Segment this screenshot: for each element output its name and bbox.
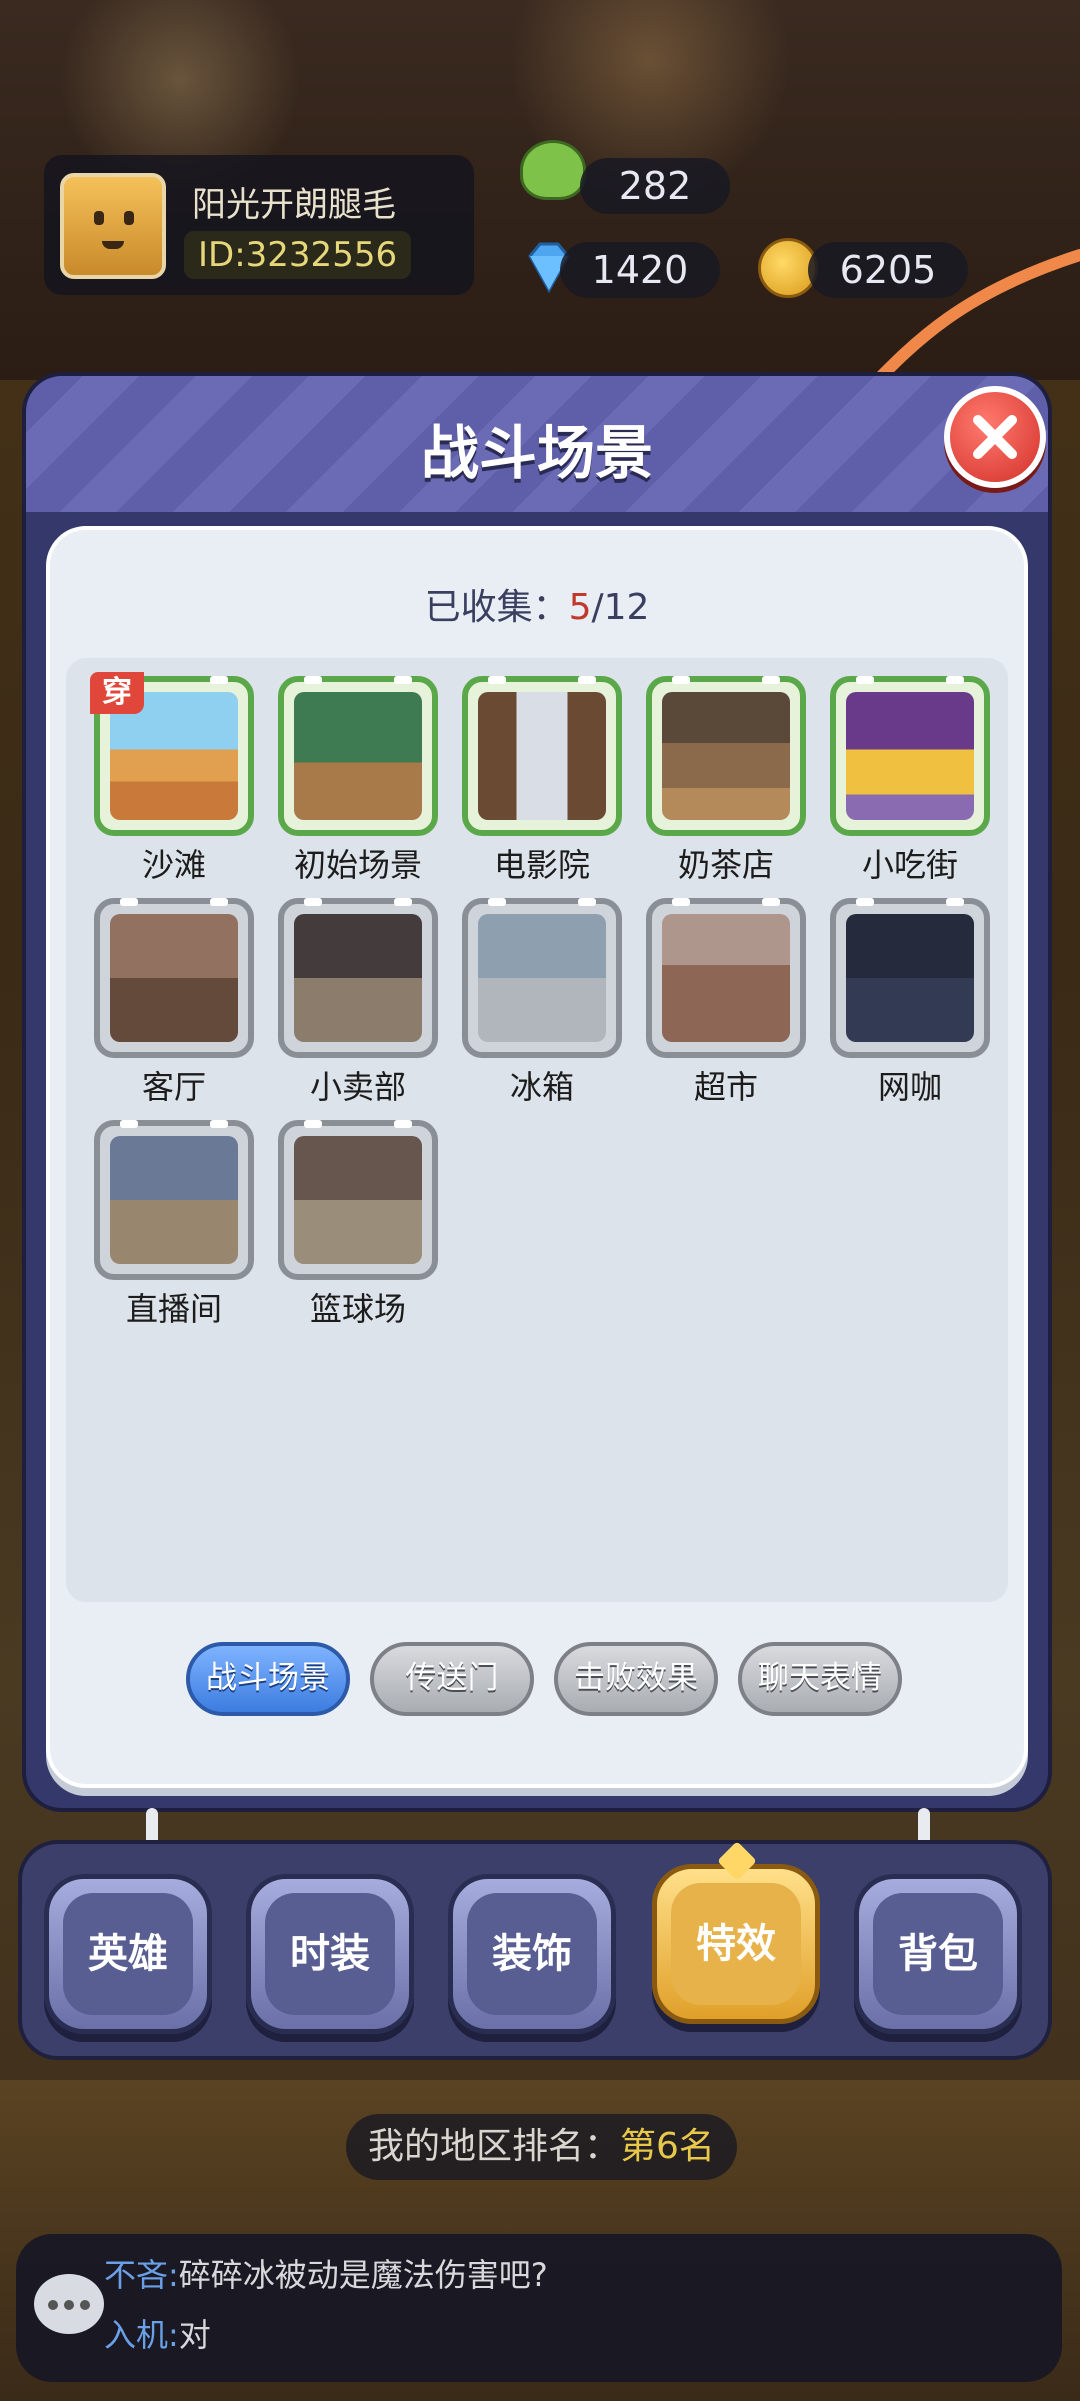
scene-tile-fridge[interactable]: 冰箱: [462, 898, 622, 1106]
chat-panel[interactable]: 不吝:碎碎冰被动是魔法伤害吧? 入机:对: [16, 2234, 1062, 2382]
scene-name: 电影院: [493, 846, 590, 884]
nav-heroes-button[interactable]: 英雄: [44, 1874, 212, 2034]
nav-label: 时装: [265, 1893, 395, 2015]
dialog-header: 战斗场景: [26, 376, 1048, 512]
frog-icon: [520, 140, 586, 200]
chat-text: 对: [178, 2316, 211, 2354]
rank-label: 我的地区排名：: [368, 2126, 621, 2167]
tab-battle-scene[interactable]: 战斗场景: [186, 1642, 350, 1716]
scene-name: 沙滩: [141, 846, 206, 884]
scene-name: 直播间: [125, 1290, 222, 1328]
player-profile[interactable]: 阳光开朗腿毛 ID:3232556: [44, 155, 474, 295]
tab-defeat-effect[interactable]: 击败效果: [554, 1642, 718, 1716]
player-name: 阳光开朗腿毛: [192, 185, 396, 225]
scene-tile-internet-cafe[interactable]: 网咖: [830, 898, 990, 1106]
chat-message: 不吝:碎碎冰被动是魔法伤害吧?: [104, 2250, 548, 2296]
chat-bubble-icon[interactable]: [34, 2274, 104, 2334]
scene-name: 网咖: [877, 1068, 942, 1106]
scene-grid: 穿 沙滩 初始场景 电影院 奶茶店 小吃街 客厅 小卖部 冰箱 超市 网咖 直播…: [66, 658, 1008, 1602]
player-avatar[interactable]: [60, 173, 166, 279]
rank-place: 第6名: [620, 2126, 715, 2167]
chat-message: 入机:对: [104, 2310, 211, 2356]
chat-text: 碎碎冰被动是魔法伤害吧?: [178, 2256, 548, 2294]
scene-name: 篮球场: [309, 1290, 406, 1328]
scene-tile-living-room[interactable]: 客厅: [94, 898, 254, 1106]
collected-counter: 已收集：5/12: [50, 578, 1024, 630]
scene-name: 超市: [693, 1068, 758, 1106]
scene-name: 奶茶店: [677, 846, 774, 884]
scene-tile-shop[interactable]: 小卖部: [278, 898, 438, 1106]
gem-count: 1420: [560, 242, 720, 298]
scene-tile-cinema[interactable]: 电影院: [462, 676, 622, 884]
chat-user: 不吝:: [104, 2256, 179, 2294]
battle-scene-dialog: 战斗场景 已收集：5/12 穿 沙滩 初始场景 电影院 奶茶店 小吃街 客厅 小…: [22, 372, 1052, 1812]
nav-label: 背包: [873, 1893, 1003, 2015]
frog-count: 282: [580, 158, 730, 214]
collected-total: /12: [591, 587, 650, 628]
close-icon: [973, 415, 1017, 459]
category-tabs: 战斗场景 传送门 击败效果 聊天表情: [50, 1642, 1024, 1722]
scene-tile-beach[interactable]: 穿 沙滩: [90, 672, 254, 884]
tab-chat-emoji[interactable]: 聊天表情: [738, 1642, 902, 1716]
nav-outfits-button[interactable]: 时装: [246, 1874, 414, 2034]
scene-tile-initial[interactable]: 初始场景: [278, 676, 438, 884]
scene-tile-basketball-court[interactable]: 篮球场: [278, 1120, 438, 1328]
dialog-body: 已收集：5/12 穿 沙滩 初始场景 电影院 奶茶店 小吃街 客厅 小卖部 冰箱…: [46, 526, 1028, 1788]
scene-name: 初始场景: [293, 846, 422, 884]
wear-badge: 穿: [90, 672, 144, 714]
nav-backpack-button[interactable]: 背包: [854, 1874, 1022, 2034]
scene-name: 小吃街: [861, 846, 958, 884]
nav-effects-button[interactable]: 特效: [652, 1864, 820, 2024]
close-button[interactable]: [944, 386, 1046, 488]
scene-tile-live-room[interactable]: 直播间: [94, 1120, 254, 1328]
scene-name: 客厅: [141, 1068, 206, 1106]
collected-label: 已收集：: [424, 587, 569, 628]
scene-name: 冰箱: [509, 1068, 574, 1106]
collected-count: 5: [568, 587, 592, 628]
nav-decor-button[interactable]: 装饰: [448, 1874, 616, 2034]
nav-label: 装饰: [467, 1893, 597, 2015]
scene-tile-milk-tea[interactable]: 奶茶店: [646, 676, 806, 884]
scene-tile-supermarket[interactable]: 超市: [646, 898, 806, 1106]
nav-label: 英雄: [63, 1893, 193, 2015]
dialog-title: 战斗场景: [420, 419, 653, 487]
coin-count: 6205: [808, 242, 968, 298]
scene-name: 小卖部: [309, 1068, 406, 1106]
nav-label: 特效: [671, 1883, 801, 2005]
region-rank[interactable]: 我的地区排名：第6名: [346, 2114, 737, 2180]
player-id: ID:3232556: [184, 231, 412, 279]
scene-tile-snack-street[interactable]: 小吃街: [830, 676, 990, 884]
chat-user: 入机:: [104, 2316, 179, 2354]
tab-portal[interactable]: 传送门: [370, 1642, 534, 1716]
